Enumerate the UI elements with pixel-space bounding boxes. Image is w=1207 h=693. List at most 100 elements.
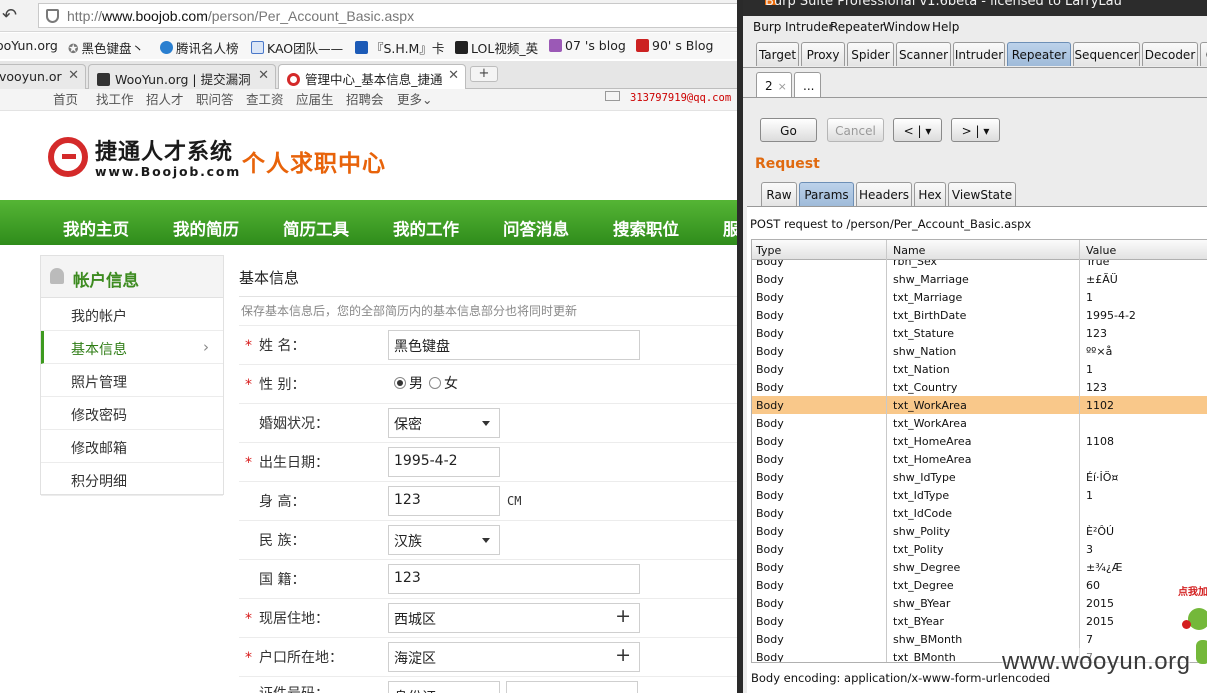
top-link-home[interactable]: 首页: [53, 89, 78, 108]
menu-intruder[interactable]: Intruder: [785, 20, 833, 34]
nav-resume-tools[interactable]: 简历工具: [283, 216, 349, 240]
param-value[interactable]: 1: [1086, 363, 1093, 376]
tab-intruder[interactable]: Intruder: [953, 42, 1005, 66]
param-value[interactable]: 7: [1086, 633, 1093, 646]
param-value[interactable]: ±£ÃÜ: [1086, 273, 1118, 286]
col-name[interactable]: Name: [893, 244, 925, 257]
param-row[interactable]: Body txt_IdType 1: [752, 486, 1207, 504]
param-value[interactable]: 2015: [1086, 615, 1114, 628]
nav-my-work[interactable]: 我的工作: [393, 216, 459, 240]
address-bar[interactable]: http://www.boojob.com/person/Per_Account…: [38, 3, 737, 28]
sidebar-item-my-account[interactable]: 我的帐户: [41, 298, 223, 331]
params-table[interactable]: Body rbn_Sex True Body shw_Marriage ±£ÃÜ Body t…: [751, 239, 1207, 663]
close-icon[interactable]: ✕: [258, 68, 269, 83]
tab-decoder[interactable]: Decoder: [1142, 42, 1198, 66]
history-back-button[interactable]: < | ▾: [893, 118, 942, 142]
nav-my-home[interactable]: 我的主页: [63, 216, 129, 240]
param-value[interactable]: 3: [1086, 543, 1093, 556]
ad-text[interactable]: 点我加: [1178, 583, 1207, 598]
tab-hex[interactable]: Hex: [914, 182, 946, 206]
go-button[interactable]: Go: [760, 118, 817, 142]
close-icon[interactable]: ×: [778, 80, 787, 93]
col-type[interactable]: Type: [756, 244, 781, 257]
param-row[interactable]: Body txt_BirthDate 1995-4-2: [752, 306, 1207, 324]
top-link-find-job[interactable]: 找工作: [96, 89, 134, 108]
tab-comparer[interactable]: C: [1200, 42, 1207, 66]
residence-picker[interactable]: 西城区 +: [388, 603, 640, 633]
tab-target[interactable]: Target: [756, 42, 799, 66]
id-number-input[interactable]: [506, 681, 638, 693]
param-row[interactable]: Body txt_Nation 1: [752, 360, 1207, 378]
name-input[interactable]: 黑色键盘: [388, 330, 640, 360]
param-row[interactable]: Body txt_WorkArea 1102: [752, 396, 1207, 414]
bookmark-heise[interactable]: ✪ 黑色键盘丶: [68, 38, 144, 57]
param-value[interactable]: 1995-4-2: [1086, 309, 1136, 322]
tab-spider[interactable]: Spider: [847, 42, 894, 66]
history-forward-button[interactable]: > | ▾: [951, 118, 1000, 142]
param-value[interactable]: 1102: [1086, 399, 1114, 412]
tab-raw[interactable]: Raw: [761, 182, 797, 206]
param-value[interactable]: ±¾¿Æ: [1086, 561, 1122, 574]
tab-params[interactable]: Params: [799, 182, 854, 206]
hukou-picker[interactable]: 海淀区 +: [388, 642, 640, 672]
bookmark-kao[interactable]: KAO团队——: [251, 38, 343, 57]
sidebar-item-change-password[interactable]: 修改密码: [41, 397, 223, 430]
top-link-qa[interactable]: 职问答: [196, 89, 234, 108]
param-value[interactable]: 123: [1086, 381, 1107, 394]
param-row[interactable]: Body shw_BMonth 7: [752, 630, 1207, 648]
tab-repeater[interactable]: Repeater: [1007, 42, 1071, 66]
param-row[interactable]: Body txt_IdCode: [752, 504, 1207, 522]
menu-help[interactable]: Help: [932, 20, 959, 34]
param-row[interactable]: Body txt_Stature 123: [752, 324, 1207, 342]
bookmark-90blog[interactable]: 90' s Blog: [636, 38, 713, 53]
user-email[interactable]: 313797919@qq.com: [630, 92, 731, 104]
param-value[interactable]: 60: [1086, 579, 1100, 592]
param-row[interactable]: Body shw_IdType Éí·İÖ¤: [752, 468, 1207, 486]
param-row[interactable]: Body shw_Polity È²ÔÚ: [752, 522, 1207, 540]
param-row[interactable]: Body shw_BYear 2015: [752, 594, 1207, 612]
birthdate-input[interactable]: 1995-4-2: [388, 447, 500, 477]
tab-proxy[interactable]: Proxy: [801, 42, 845, 66]
param-value[interactable]: 1: [1086, 291, 1093, 304]
top-link-jobfair[interactable]: 招聘会: [346, 89, 384, 108]
nav-my-resume[interactable]: 我的简历: [173, 216, 239, 240]
top-link-find-talent[interactable]: 招人才: [146, 89, 184, 108]
plus-icon[interactable]: +: [615, 644, 631, 666]
bookmark-07blog[interactable]: 07 's blog: [549, 38, 626, 53]
gender-male-radio[interactable]: [394, 377, 406, 389]
url-text[interactable]: http://www.boojob.com/person/Per_Account…: [67, 8, 414, 24]
param-value[interactable]: ºº×å: [1086, 345, 1112, 358]
nav-messages[interactable]: 问答消息: [503, 216, 569, 240]
marriage-select[interactable]: 保密: [388, 408, 500, 438]
param-row[interactable]: Body shw_Marriage ±£ÃÜ: [752, 270, 1207, 288]
param-value[interactable]: 123: [1086, 327, 1107, 340]
repeater-tab-new[interactable]: ...: [794, 72, 821, 97]
bookmark-shm[interactable]: 『S.H.M』卡: [355, 38, 444, 57]
back-icon[interactable]: ↶: [2, 5, 17, 26]
menu-burp[interactable]: Burp: [753, 20, 781, 34]
close-icon[interactable]: ✕: [68, 68, 79, 83]
id-type-select[interactable]: 身份证: [388, 681, 500, 693]
top-link-graduate[interactable]: 应届生: [296, 89, 334, 108]
tab-headers[interactable]: Headers: [856, 182, 912, 206]
cancel-button[interactable]: Cancel: [827, 118, 884, 142]
bookmark-lol[interactable]: LOL视频_英: [455, 38, 538, 57]
param-row[interactable]: Body shw_Nation ºº×å: [752, 342, 1207, 360]
height-input[interactable]: 123: [388, 486, 500, 516]
country-input[interactable]: 123: [388, 564, 640, 594]
param-row[interactable]: Body txt_HomeArea 1108: [752, 432, 1207, 450]
sidebar-item-points[interactable]: 积分明细: [41, 463, 223, 496]
menu-window[interactable]: Window: [883, 20, 930, 34]
repeater-tab-2[interactable]: 2 ×: [756, 72, 792, 97]
bookmark-tencent[interactable]: 腾讯名人榜: [160, 38, 239, 57]
gender-female-radio[interactable]: [429, 377, 441, 389]
param-value[interactable]: 1108: [1086, 435, 1114, 448]
plus-icon[interactable]: +: [615, 605, 631, 627]
top-link-more[interactable]: 更多⌄: [397, 89, 433, 108]
tab-viewstate[interactable]: ViewState: [948, 182, 1016, 206]
param-value[interactable]: È²ÔÚ: [1086, 525, 1114, 538]
param-row[interactable]: Body txt_Polity 3: [752, 540, 1207, 558]
tab-sequencer[interactable]: Sequencer: [1073, 42, 1140, 66]
close-icon[interactable]: ✕: [448, 68, 459, 83]
tab-wooyun-short[interactable]: vooyun.or ✕: [0, 64, 86, 89]
